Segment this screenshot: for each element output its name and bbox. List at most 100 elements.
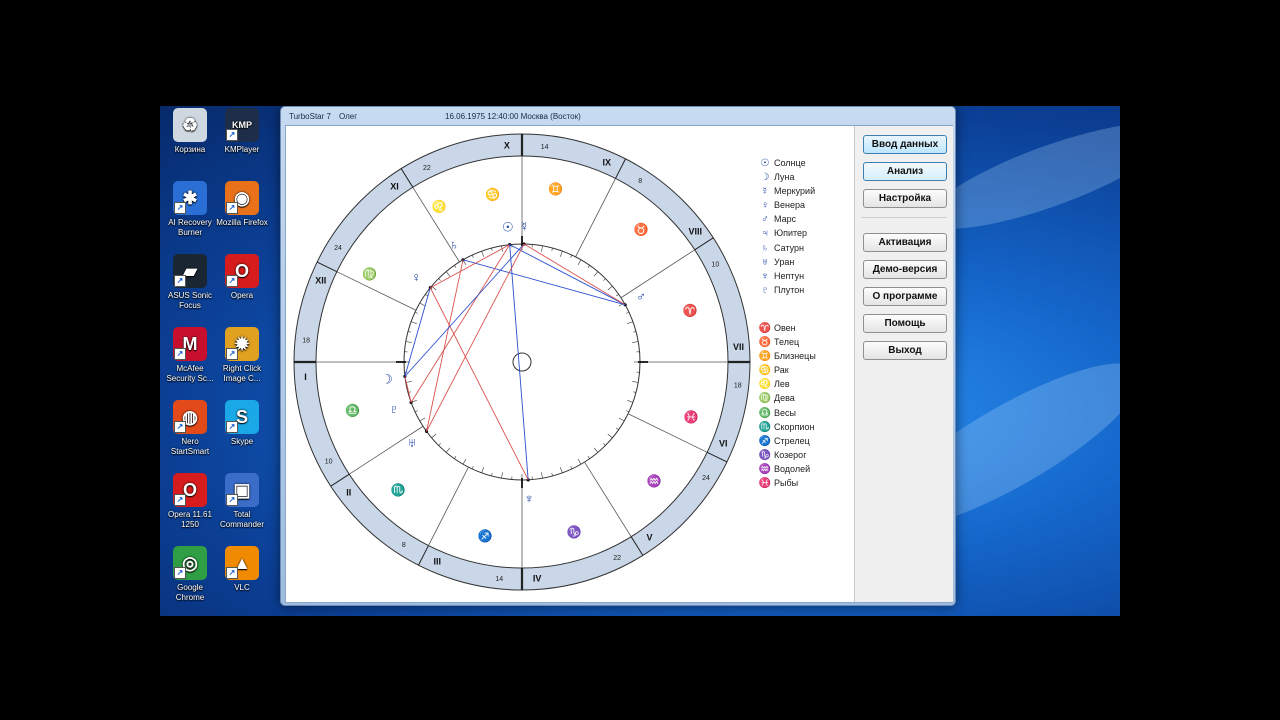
desktop-shortcut[interactable]: ♻ Корзина: [162, 108, 218, 155]
desktop-shortcut[interactable]: M ↗ McAfee Security Sc...: [162, 327, 218, 384]
planet-symbol-icon: ♃: [761, 228, 769, 240]
house-numeral: XI: [390, 181, 399, 191]
house-degree: 14: [495, 576, 503, 583]
sign-legend-row: ♍ Дева: [756, 391, 816, 405]
zodiac-symbol-icon: ♐: [758, 435, 772, 447]
sign-legend-row: ♑ Козерог: [756, 448, 816, 462]
planet-legend-row: ☽ Луна: [756, 170, 816, 184]
planet-label: Луна: [774, 172, 795, 183]
desktop-shortcut[interactable]: S ↗ Skype: [214, 400, 270, 447]
opera-11-61-icon: O ↗: [173, 473, 207, 507]
planet-label: Юпитер: [774, 228, 808, 239]
house-numeral: V: [647, 533, 653, 543]
desktop-shortcut[interactable]: KMP ↗ KMPlayer: [214, 108, 270, 155]
zodiac-symbol-icon: ♎: [758, 407, 772, 419]
planet-symbol-icon: ♀: [761, 200, 769, 212]
nero-startsmart-icon: ◍ ↗: [173, 400, 207, 434]
planet-label: Меркурий: [774, 186, 816, 197]
house-numeral: II: [346, 488, 351, 498]
house-degree: 8: [638, 178, 642, 185]
help-button[interactable]: Помощь: [863, 314, 947, 333]
zodiac-sign-glyph: ♊: [548, 182, 563, 196]
planet-legend-row: ☉ Солнце: [756, 156, 816, 170]
sign-legend-row: ♐ Стрелец: [756, 434, 816, 448]
planet-legend-row: ☿ Меркурий: [756, 184, 816, 198]
demo-version-button[interactable]: Демо-версия: [863, 260, 947, 279]
desktop-shortcut[interactable]: ✱ ↗ AI Recovery Burner: [162, 181, 218, 238]
desktop-shortcut[interactable]: ✹ ↗ Right Click Image C...: [214, 327, 270, 384]
analysis-button[interactable]: Анализ: [863, 162, 947, 181]
house-numeral: VIII: [689, 226, 703, 236]
desktop-shortcut-label: Right Click Image C...: [222, 364, 262, 383]
desktop-shortcut[interactable]: ◉ ↗ Mozilla Firefox: [214, 181, 270, 228]
sign-label: Лев: [774, 379, 790, 390]
planet-label: Плутон: [774, 284, 805, 295]
desktop-shortcut-label: Total Commander: [219, 510, 264, 529]
planet-glyph: ♂: [636, 289, 646, 304]
sign-label: Весы: [774, 407, 796, 418]
desktop-shortcut[interactable]: ▣ ↗ Total Commander: [214, 473, 270, 530]
button-panel: Ввод данных Анализ Настройка Активация Д…: [854, 126, 953, 602]
house-numeral: VI: [719, 438, 728, 448]
zodiac-symbol-icon: ♋: [758, 365, 772, 377]
planet-label: Уран: [774, 256, 795, 267]
desktop-shortcut[interactable]: ◎ ↗ Google Chrome: [162, 546, 218, 603]
desktop-shortcut[interactable]: ◍ ↗ Nero StartSmart: [162, 400, 218, 457]
shortcut-arrow-icon: ↗: [174, 202, 186, 214]
sign-label: Близнецы: [774, 351, 816, 362]
exit-button[interactable]: Выход: [863, 341, 947, 360]
about-button[interactable]: О программе: [863, 287, 947, 306]
vlc-icon: ▲ ↗: [225, 546, 259, 580]
house-numeral: X: [504, 141, 510, 151]
desktop-shortcut[interactable]: ▰ ↗ ASUS Sonic Focus: [162, 254, 218, 311]
sign-label: Овен: [774, 322, 796, 333]
planet-symbol-icon: ♆: [761, 270, 769, 282]
desktop-shortcut-label: Opera 11.61 1250: [168, 510, 212, 529]
zodiac-symbol-icon: ♊: [758, 351, 772, 363]
opera-icon: O ↗: [225, 254, 259, 288]
planet-glyph: ☉: [502, 220, 514, 235]
planet-glyph: ☿: [519, 219, 529, 234]
shortcut-arrow-icon: ↗: [226, 567, 238, 579]
app-title: TurboStar 7: [289, 112, 331, 121]
zodiac-sign-glyph: ♌: [432, 200, 447, 214]
sign-label: Скорпион: [774, 421, 815, 432]
desktop-shortcut-label: Mozilla Firefox: [216, 218, 268, 227]
desktop-shortcut-label: Корзина: [174, 145, 206, 154]
planet-legend-row: ♂ Марс: [756, 212, 816, 226]
zodiac-sign-glyph: ♐: [478, 529, 493, 543]
natal-chart-wheel: I 18 II 10 III 8 IV 14 V 22 VI 24 VII 18 VIII 10 IX 8 X 14 X…: [293, 133, 751, 591]
planet-label: Венера: [774, 200, 805, 211]
sign-legend: ♈ Овен ♉ Телец ♊ Близнецы ♋ Рак ♌ Лев ♍ Дева ♎ Весы ♏ С…: [756, 321, 816, 490]
desktop-shortcut[interactable]: O ↗ Opera: [214, 254, 270, 301]
zodiac-symbol-icon: ♓: [758, 477, 772, 489]
planet-label: Сатурн: [774, 242, 805, 253]
settings-button[interactable]: Настройка: [863, 189, 947, 208]
planet-glyph: ☽: [381, 372, 393, 387]
sign-legend-row: ♒ Водолей: [756, 462, 816, 476]
shortcut-arrow-icon: ↗: [174, 567, 186, 579]
house-numeral: III: [433, 557, 441, 567]
input-data-button[interactable]: Ввод данных: [863, 135, 947, 154]
sign-legend-row: ♌ Лев: [756, 377, 816, 391]
total-commander-icon: ▣ ↗: [225, 473, 259, 507]
planet-legend-row: ♄ Сатурн: [756, 241, 816, 255]
sign-label: Телец: [774, 337, 800, 348]
chart-area: I 18 II 10 III 8 IV 14 V 22 VI 24 VII 18 VIII 10 IX 8 X 14 X…: [286, 126, 854, 602]
planet-glyph: ♀: [411, 269, 421, 284]
chart-datetime: 16.06.1975 12:40:00 Москва (Восток): [445, 112, 581, 121]
desktop-shortcut[interactable]: ▲ ↗ VLC: [214, 546, 270, 593]
desktop-shortcut-label: Google Chrome: [175, 583, 205, 602]
shortcut-arrow-icon: ↗: [226, 275, 238, 287]
title-bar[interactable]: TurboStar 7 Олег 16.06.1975 12:40:00 Мос…: [287, 110, 949, 124]
planet-symbol-icon: ♄: [761, 242, 769, 254]
desktop-shortcut-label: ASUS Sonic Focus: [167, 291, 213, 310]
zodiac-symbol-icon: ♑: [758, 449, 772, 461]
legend: ☉ Солнце ☽ Луна ☿ Меркурий ♀ Венера ♂ Марс ♃ Юпитер…: [756, 156, 816, 490]
house-degree: 18: [734, 383, 742, 390]
desktop-shortcut[interactable]: O ↗ Opera 11.61 1250: [162, 473, 218, 530]
house-numeral: IX: [603, 157, 612, 167]
activation-button[interactable]: Активация: [863, 233, 947, 252]
turbostar-window: TurboStar 7 Олег 16.06.1975 12:40:00 Мос…: [280, 106, 956, 606]
divider: [861, 217, 947, 218]
